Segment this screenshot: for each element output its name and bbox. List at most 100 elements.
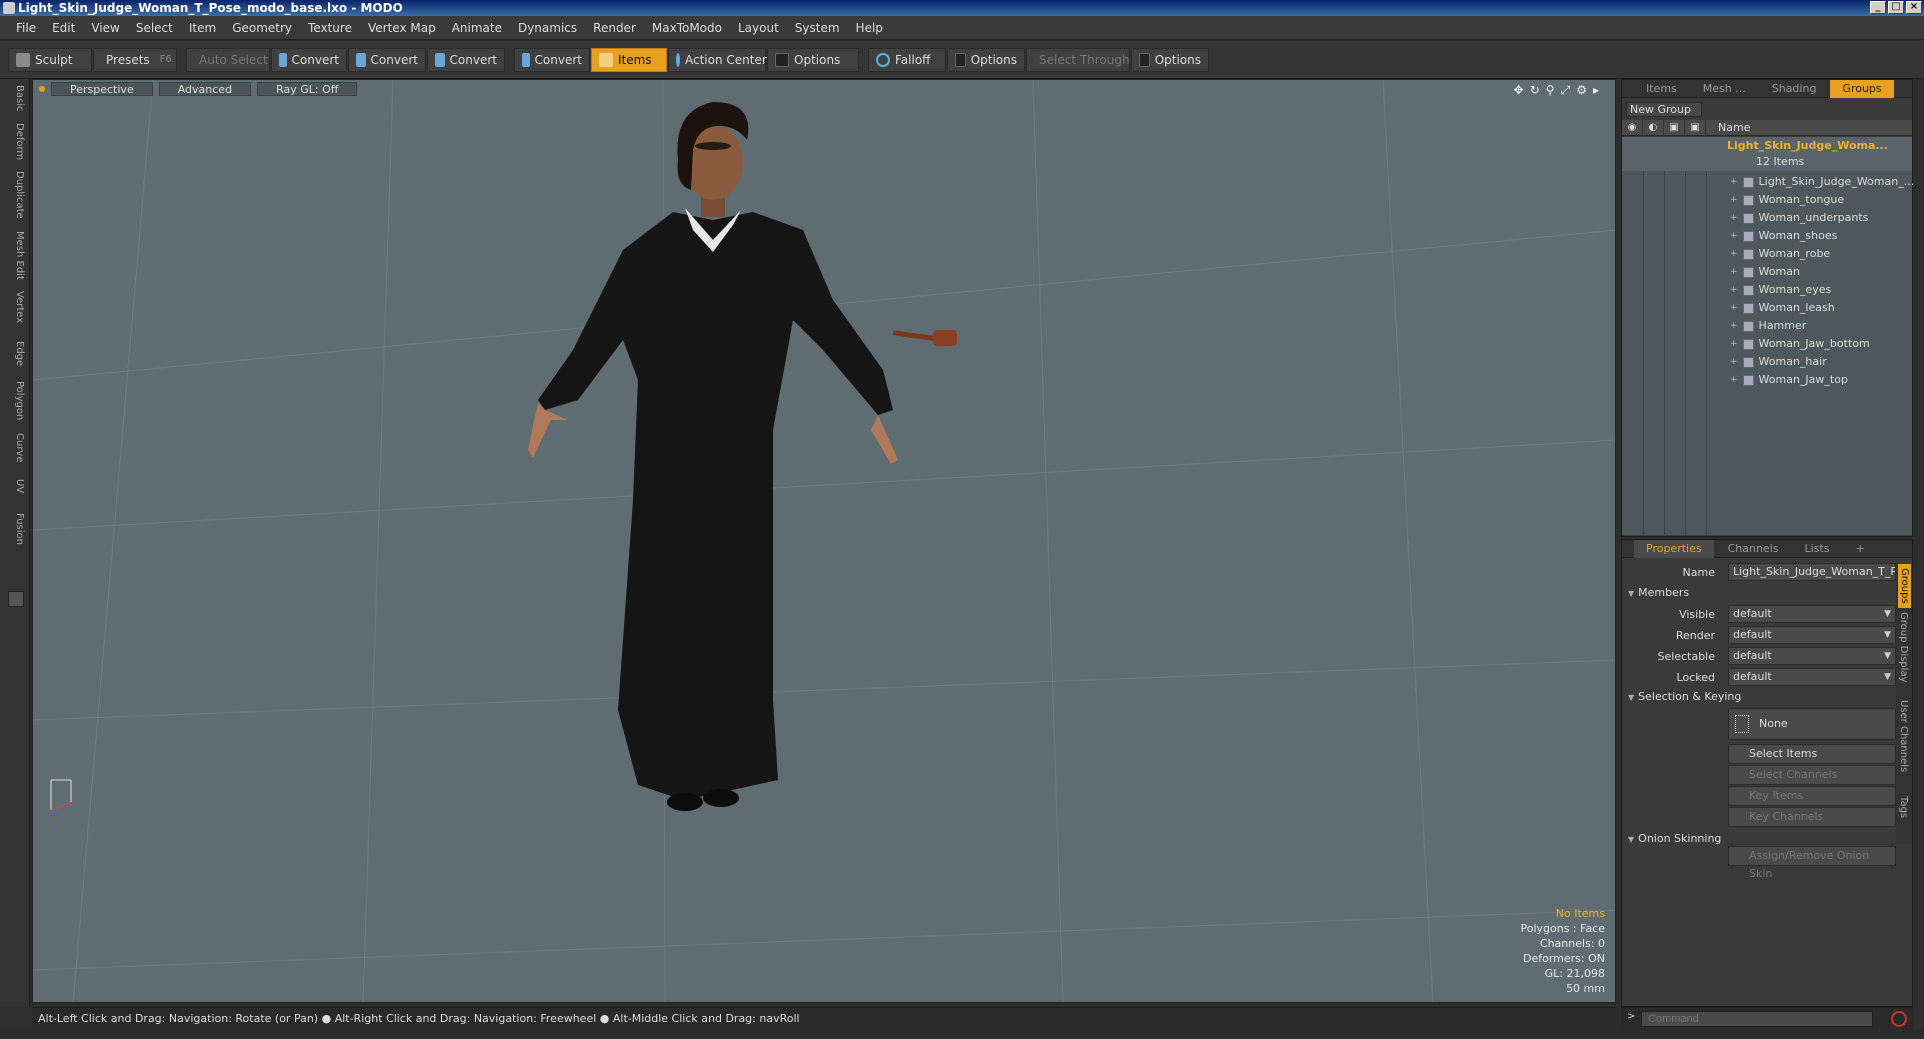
render-dropdown[interactable]: default ▼ xyxy=(1728,626,1896,644)
convert-button-3[interactable]: Convert xyxy=(427,47,505,72)
add-tab-button[interactable]: + xyxy=(1843,540,1876,558)
minimize-button[interactable]: _ xyxy=(1870,1,1886,14)
render-icon[interactable]: ◐ xyxy=(1643,119,1664,136)
options-button-2[interactable]: Options xyxy=(947,47,1025,72)
menu-help[interactable]: Help xyxy=(848,16,891,40)
close-button[interactable]: × xyxy=(1906,1,1922,14)
tab-mesh-edit[interactable]: Mesh Edit xyxy=(5,231,25,280)
tab-groups[interactable]: Groups xyxy=(1830,79,1894,98)
select-items-button[interactable]: Select Items xyxy=(1728,744,1896,764)
expand-icon[interactable]: + xyxy=(1730,335,1738,353)
list-item[interactable]: + Woman xyxy=(1730,263,1800,281)
menu-select[interactable]: Select xyxy=(128,16,181,40)
expand-icon[interactable]: + xyxy=(1730,371,1738,389)
side-tab-groups[interactable]: Groups xyxy=(1898,564,1911,608)
expand-icon[interactable]: + xyxy=(1730,263,1738,281)
menu-maxtomodo[interactable]: MaxToModo xyxy=(644,16,730,40)
settings-icon[interactable]: ⚙ xyxy=(1576,83,1587,98)
list-item[interactable]: + Woman_underpants xyxy=(1730,209,1868,227)
list-item[interactable]: + Woman_Jaw_top xyxy=(1730,371,1848,389)
options-button-1[interactable]: Options xyxy=(767,47,859,72)
expand-icon[interactable]: + xyxy=(1730,191,1738,209)
menu-render[interactable]: Render xyxy=(585,16,644,40)
list-item[interactable]: + Woman_Jaw_bottom xyxy=(1730,335,1870,353)
auto-select-button[interactable]: Auto Select xyxy=(186,47,270,72)
tab-properties[interactable]: Properties xyxy=(1634,539,1714,558)
menu-geometry[interactable]: Geometry xyxy=(224,16,300,40)
expand-icon[interactable]: + xyxy=(1730,299,1738,317)
move-icon[interactable]: ✥ xyxy=(1514,83,1524,98)
tab-items[interactable]: Items xyxy=(1634,80,1689,98)
menu-view[interactable]: View xyxy=(83,16,127,40)
tab-deform[interactable]: Deform xyxy=(5,123,25,160)
expand-icon[interactable]: + xyxy=(1730,245,1738,263)
items-mode-button[interactable]: Items xyxy=(591,47,667,72)
menu-vertex-map[interactable]: Vertex Map xyxy=(360,16,444,40)
presets-button[interactable]: Presets F6 xyxy=(93,47,177,72)
action-center-button[interactable]: Action Center xyxy=(668,47,767,72)
sculpt-button[interactable]: Sculpt xyxy=(8,47,92,72)
falloff-button[interactable]: Falloff xyxy=(868,47,946,72)
menu-item[interactable]: Item xyxy=(181,16,224,40)
key-channels-button[interactable]: Key Channels xyxy=(1728,807,1896,827)
list-item[interactable]: + Light_Skin_Judge_Woman_... xyxy=(1730,173,1914,191)
record-icon[interactable] xyxy=(1891,1011,1907,1027)
members-section[interactable]: ▼ Members xyxy=(1628,586,1689,599)
tab-curve[interactable]: Curve xyxy=(5,433,25,463)
assign-onion-skin-button[interactable]: Assign/Remove Onion Skin xyxy=(1728,846,1896,880)
expand-icon[interactable]: + xyxy=(1730,317,1738,335)
command-input[interactable] xyxy=(1641,1011,1873,1027)
tab-edge[interactable]: Edge xyxy=(5,341,25,366)
tab-fusion[interactable]: Fusion xyxy=(5,513,25,545)
convert-button-1[interactable]: Convert xyxy=(271,47,347,72)
list-item[interactable]: + Woman_robe xyxy=(1730,245,1830,263)
menu-animate[interactable]: Animate xyxy=(444,16,510,40)
name-field[interactable]: Light_Skin_Judge_Woman_T_Pos xyxy=(1728,563,1896,581)
expand-icon[interactable]: ▸ xyxy=(1593,83,1599,98)
list-item[interactable]: + Woman_eyes xyxy=(1730,281,1831,299)
tab-mesh[interactable]: Mesh ... xyxy=(1691,80,1758,98)
advanced-tab[interactable]: Advanced xyxy=(158,82,252,96)
tab-duplicate[interactable]: Duplicate xyxy=(5,171,25,219)
perspective-tab[interactable]: Perspective xyxy=(51,82,153,96)
select-channels-button[interactable]: Select Channels xyxy=(1728,765,1896,785)
tab-channels[interactable]: Channels xyxy=(1716,540,1791,558)
maximize-button[interactable]: □ xyxy=(1888,1,1904,14)
panel-toggle-button[interactable] xyxy=(8,591,24,607)
key-items-button[interactable]: Key Items xyxy=(1728,786,1896,806)
list-item[interactable]: + Woman_tongue xyxy=(1730,191,1844,209)
tab-polygon[interactable]: Polygon xyxy=(5,381,25,420)
list-item[interactable]: + Woman_leash xyxy=(1730,299,1835,317)
menu-edit[interactable]: Edit xyxy=(44,16,83,40)
rotate-icon[interactable]: ↻ xyxy=(1530,83,1540,98)
convert-button-2[interactable]: Convert xyxy=(348,47,426,72)
convert-button-4[interactable]: Convert xyxy=(514,47,590,72)
expand-icon[interactable]: + xyxy=(1730,227,1738,245)
group-root-name[interactable]: Light_Skin_Judge_Woma... xyxy=(1727,139,1888,152)
selection-keying-section[interactable]: ▼ Selection & Keying xyxy=(1628,690,1741,703)
expand-icon[interactable]: + xyxy=(1730,173,1738,191)
viewport-menu-icon[interactable] xyxy=(39,86,45,92)
selectable-dropdown[interactable]: default ▼ xyxy=(1728,647,1896,665)
3d-viewport[interactable]: Perspective Advanced Ray GL: Off ✥ ↻ ⚲ ⤢… xyxy=(32,79,1616,1003)
locked-dropdown[interactable]: default ▼ xyxy=(1728,668,1896,686)
visible-dropdown[interactable]: default ▼ xyxy=(1728,605,1896,623)
side-tab-user-channels[interactable]: User Channels xyxy=(1898,700,1909,772)
raygl-tab[interactable]: Ray GL: Off xyxy=(257,82,358,96)
expand-icon[interactable]: + xyxy=(1730,353,1738,371)
options-button-3[interactable]: Options xyxy=(1131,47,1209,72)
maximize-icon[interactable]: ⤢ xyxy=(1561,83,1571,98)
select-through-button[interactable]: Select Through xyxy=(1026,47,1130,72)
menu-layout[interactable]: Layout xyxy=(730,16,787,40)
side-tab-group-display[interactable]: Group Display xyxy=(1898,612,1909,682)
side-tab-tags[interactable]: Tags xyxy=(1898,796,1909,818)
menu-texture[interactable]: Texture xyxy=(300,16,360,40)
lock-icon[interactable]: ▣ xyxy=(1664,119,1685,136)
expand-icon[interactable]: + xyxy=(1730,281,1738,299)
menu-dynamics[interactable]: Dynamics xyxy=(510,16,585,40)
select-icon[interactable]: ▣ xyxy=(1685,119,1706,136)
tab-basic[interactable]: Basic xyxy=(5,85,25,111)
tab-vertex[interactable]: Vertex xyxy=(5,291,25,323)
list-item[interactable]: + Woman_shoes xyxy=(1730,227,1837,245)
zoom-icon[interactable]: ⚲ xyxy=(1546,83,1555,98)
